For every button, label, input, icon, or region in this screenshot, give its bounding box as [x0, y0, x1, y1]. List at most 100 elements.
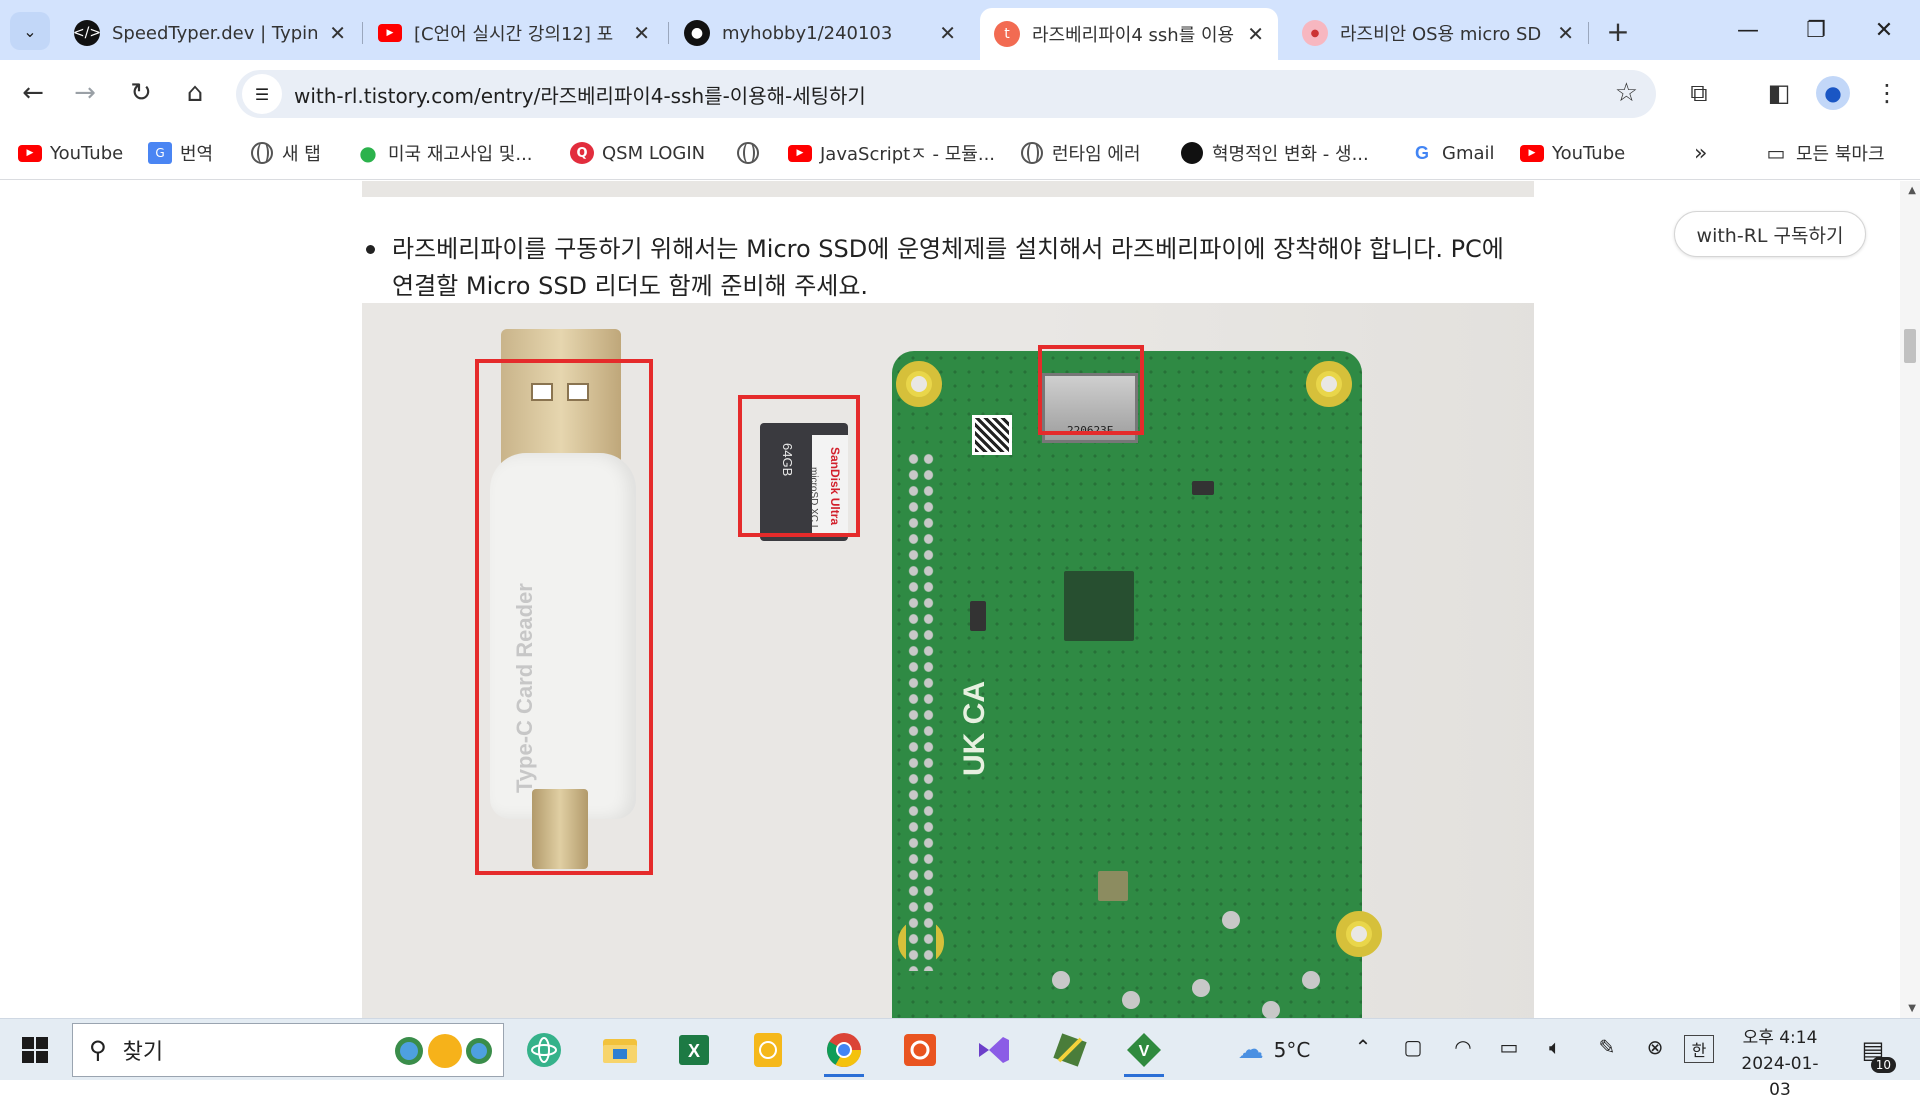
bookmarks-overflow-button[interactable]: »: [1694, 138, 1707, 168]
meet-now-icon[interactable]: ▢: [1398, 1035, 1428, 1059]
translate-icon: G: [148, 142, 172, 164]
taskbar-atom-app[interactable]: [520, 1027, 568, 1073]
tab-speedtyper[interactable]: </> SpeedTyper.dev | Typing ✕: [60, 10, 360, 56]
reload-button[interactable]: ↻: [120, 72, 162, 114]
site-info-icon[interactable]: ☰: [242, 74, 282, 114]
volume-icon[interactable]: 🔈︎: [1540, 1035, 1570, 1059]
scroll-down-icon[interactable]: ▼: [1908, 1003, 1916, 1014]
youtube-icon: ▶: [18, 144, 42, 162]
raspberry-pi-board: 220623E UK CA: [892, 351, 1382, 1018]
weather-widget[interactable]: ☁ 5°C: [1224, 1035, 1324, 1065]
scroll-thumb[interactable]: [1904, 329, 1916, 363]
bookmark-label: 모든 북마크: [1796, 144, 1885, 165]
bullet-paragraph: 라즈베리파이를 구동하기 위해서는 Micro SSD에 운영체제를 설치해서 …: [392, 235, 1504, 300]
solder-pad: [1222, 911, 1240, 929]
minimize-button[interactable]: —: [1718, 8, 1778, 52]
bookmark-new-tab[interactable]: 새 탭: [250, 138, 321, 168]
double-chevron-icon: »: [1694, 140, 1708, 166]
new-tab-button[interactable]: +: [1598, 12, 1638, 50]
taskbar-visual-studio[interactable]: [970, 1027, 1018, 1073]
back-button[interactable]: ←: [12, 72, 54, 114]
pcb-mark: UK CA: [958, 681, 991, 776]
tab-c-lecture[interactable]: ▶ [C언어 실시간 강의12] 포 ✕: [364, 10, 664, 56]
scroll-up-icon[interactable]: ▲: [1908, 185, 1916, 196]
tab-title: myhobby1/240103: [722, 22, 893, 44]
blog-icon: ●: [1302, 20, 1328, 46]
tab-search-button[interactable]: ⌄: [10, 12, 50, 50]
note-icon: [754, 1033, 782, 1067]
ime-indicator[interactable]: 한: [1684, 1035, 1714, 1063]
bookmark-us-import[interactable]: ● 미국 재고사입 및...: [356, 138, 533, 168]
profile-avatar[interactable]: ●: [1816, 76, 1850, 110]
battery-icon[interactable]: ▭: [1494, 1035, 1524, 1059]
bookmarks-bar: ▶ YouTube G 번역 새 탭 ● 미국 재고사입 및... Q QSM …: [0, 126, 1920, 180]
network-icon[interactable]: ◠: [1448, 1035, 1478, 1059]
bookmark-label: 미국 재고사입 및...: [388, 144, 533, 165]
chevron-up-icon: ⌃: [1354, 1035, 1372, 1059]
bookmark-youtube[interactable]: ▶ YouTube: [18, 138, 123, 168]
bookmark-gmail[interactable]: G Gmail: [1410, 138, 1495, 168]
tab-raspbian-sd[interactable]: ● 라즈비안 OS용 micro SD ✕: [1288, 10, 1588, 56]
solder-pad: [1302, 971, 1320, 989]
address-bar[interactable]: ☰ with-rl.tistory.com/entry/라즈베리파이4-ssh를…: [236, 70, 1656, 118]
solder-pad: [1052, 971, 1070, 989]
windows-start-icon[interactable]: [22, 1037, 48, 1063]
arrow-right-icon: →: [74, 78, 96, 108]
highlight-box-slot: [1038, 345, 1144, 435]
bookmark-youtube-2[interactable]: ▶ YouTube: [1520, 138, 1625, 168]
bookmark-globe[interactable]: [736, 138, 768, 168]
status-x-icon[interactable]: ⊗: [1640, 1035, 1670, 1059]
bookmark-translate[interactable]: G 번역: [148, 138, 213, 168]
bookmark-qsm-login[interactable]: Q QSM LOGIN: [570, 138, 705, 168]
close-icon[interactable]: ✕: [1247, 22, 1264, 46]
pcb-chip: [970, 601, 986, 631]
close-icon[interactable]: ✕: [939, 21, 956, 45]
close-icon[interactable]: ✕: [329, 21, 346, 45]
taskbar-vim[interactable]: V: [1120, 1027, 1168, 1077]
bookmark-star-icon[interactable]: ☆: [1615, 78, 1638, 108]
github-icon: ●: [684, 20, 710, 46]
folder-icon: [603, 1039, 637, 1063]
home-button[interactable]: ⌂: [174, 72, 216, 114]
minimize-icon: —: [1737, 17, 1759, 43]
mount-hole: [896, 361, 942, 407]
close-icon[interactable]: ✕: [1557, 21, 1574, 45]
bookmark-javascript-module[interactable]: ▶ JavaScriptㅈ - 모듈...: [788, 138, 995, 168]
mount-hole: [1336, 911, 1382, 957]
qsm-icon: Q: [570, 142, 594, 164]
forward-button[interactable]: →: [64, 72, 106, 114]
restore-button[interactable]: ❐: [1786, 8, 1846, 52]
visual-studio-icon: [979, 1037, 1009, 1063]
close-icon[interactable]: ✕: [633, 21, 650, 45]
scrollbar[interactable]: ▲ ▼: [1900, 181, 1920, 1018]
url-text[interactable]: with-rl.tistory.com/entry/라즈베리파이4-ssh를-이…: [294, 80, 866, 109]
taskbar-search[interactable]: ⚲ 찾기: [72, 1023, 504, 1077]
extensions-icon[interactable]: ⧉: [1678, 72, 1720, 114]
notification-count: 10: [1870, 1057, 1896, 1073]
menu-kebab-icon[interactable]: ⋮: [1866, 72, 1908, 114]
side-panel-icon[interactable]: ◧: [1758, 72, 1800, 114]
show-hidden-icons[interactable]: ⌃: [1348, 1035, 1378, 1059]
subscribe-button[interactable]: with-RL 구독하기: [1674, 211, 1866, 257]
chrome-icon: [827, 1033, 861, 1067]
taskbar-tool-app[interactable]: [1046, 1027, 1094, 1073]
tab-separator: [668, 22, 669, 44]
pen-icon[interactable]: ✎: [1592, 1035, 1622, 1059]
taskbar-excel[interactable]: X: [670, 1027, 718, 1073]
notification-center[interactable]: ▤ 10: [1856, 1033, 1896, 1073]
tab-raspberrypi-ssh[interactable]: t 라즈베리파이4 ssh를 이용 ✕: [980, 8, 1278, 60]
bookmark-revolution[interactable]: 혁명적인 변화 - 생...: [1180, 138, 1369, 168]
taskbar-clock[interactable]: 오후 4:14 2024-01-03: [1736, 1025, 1824, 1103]
all-bookmarks-folder[interactable]: ▭ 모든 북마크: [1764, 138, 1885, 168]
taskbar-notes-app[interactable]: [744, 1027, 792, 1073]
atom-icon: [527, 1033, 561, 1067]
taskbar-ubuntu[interactable]: [896, 1027, 944, 1073]
close-window-button[interactable]: ✕: [1854, 8, 1914, 52]
taskbar-file-explorer[interactable]: [596, 1027, 644, 1073]
arrow-left-icon: ←: [22, 78, 44, 108]
bookmark-runtime-error[interactable]: 런타임 에러: [1020, 138, 1141, 168]
tab-github[interactable]: ● myhobby1/240103 ✕: [670, 10, 970, 56]
taskbar-chrome[interactable]: [820, 1027, 868, 1077]
circle-icon: [1181, 142, 1203, 164]
weather-sun-icon: [395, 1034, 492, 1068]
